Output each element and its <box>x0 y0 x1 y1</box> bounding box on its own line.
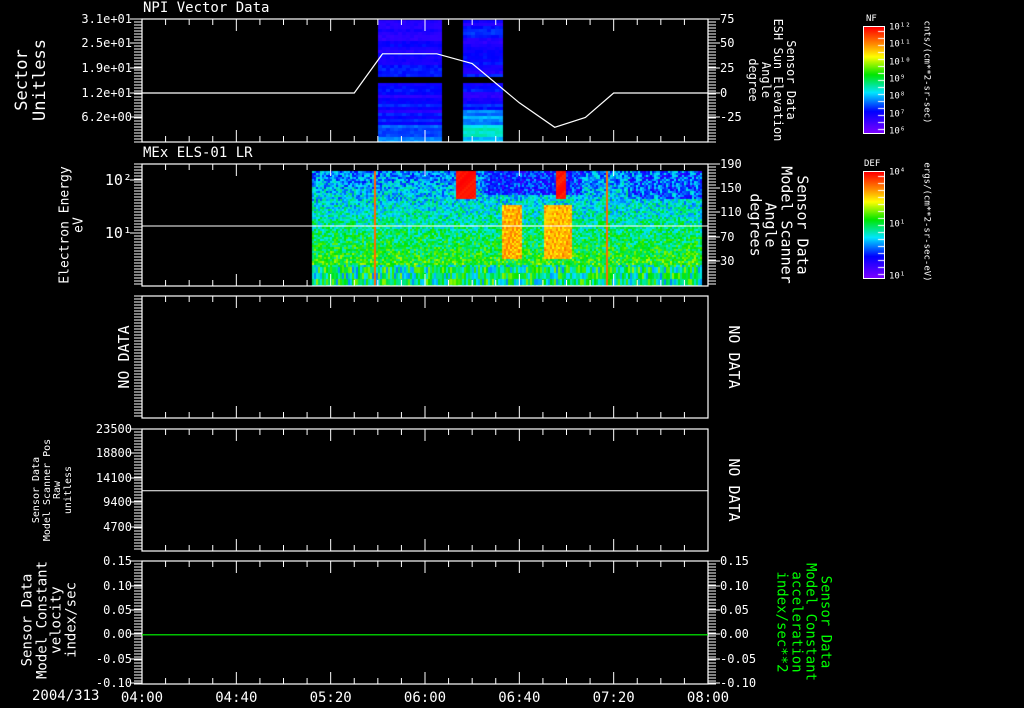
y-tick-label-right: 0.10 <box>720 579 749 593</box>
panel2-left-label: Electron Energy eV <box>57 166 86 284</box>
time-tick-label: 07:20 <box>592 690 635 706</box>
panel4-right-no-data: NO DATA <box>724 458 743 522</box>
panel3-right-no-data: NO DATA <box>724 325 743 389</box>
y-tick-label-right: 25 <box>720 61 735 75</box>
def-colorbar-label: DEF <box>864 159 881 169</box>
nf-colorbar-label: NF <box>866 14 877 24</box>
y-tick-label-left: 23500 <box>95 422 132 436</box>
panel5-left-label: Sensor Data Model Constant velocity index/s… <box>19 560 80 680</box>
y-tick-label-right: -0.10 <box>720 676 757 690</box>
time-tick-label: 06:40 <box>498 690 541 706</box>
colorbar-tick-label: 10¹ <box>889 219 906 230</box>
colorbar-tick-label: 10¹² <box>889 22 911 33</box>
y-tick-label-right: 0 <box>720 86 728 100</box>
y-tick-label-right: 190 <box>720 157 742 171</box>
y-tick-label-right: 110 <box>720 205 742 219</box>
y-tick-label-right: 75 <box>720 12 735 26</box>
time-tick-label: 08:00 <box>686 690 730 706</box>
y-tick-label-right: 70 <box>720 230 735 244</box>
colorbar-tick-label: 10⁸ <box>889 91 906 102</box>
y-tick-label-right: 0.05 <box>720 603 749 617</box>
colorbar-tick-label: 10¹ <box>889 271 906 282</box>
panel-5-frame <box>141 560 709 685</box>
date-label: 2004/313 <box>32 688 100 704</box>
y-tick-label-left: 3.1e+01 <box>81 12 132 26</box>
panel-3-frame <box>141 295 709 419</box>
panel5-right-label: Sensor Data Model Constant acceleration ind… <box>773 562 834 682</box>
def-colorbar-units: ergs/(cm**2-sr-sec-eV) <box>921 162 932 282</box>
y-tick-label-right: -25 <box>720 110 742 124</box>
panel-4-frame <box>141 428 709 552</box>
plot-axes <box>130 18 720 685</box>
colorbar-tick-label: 10⁹ <box>889 74 906 85</box>
panel1-right-label: Sensor Data ESH Sun Elevation Angle degree <box>746 18 799 142</box>
time-tick-label: 06:00 <box>403 690 447 706</box>
panel4-left-label: Sensor Data Model Scanner Pos Raw unitless <box>31 438 74 542</box>
panel1-left-label: Sector Unitless <box>12 39 50 121</box>
sun-elevation-line <box>142 53 708 128</box>
colorbar-tick-label: 10⁷ <box>889 109 906 120</box>
y-tick-label-right: 50 <box>720 36 735 50</box>
colorbar-tick-label: 10⁴ <box>889 167 906 178</box>
panel-1-frame <box>141 18 709 143</box>
y-tick-label-right: 30 <box>720 254 735 268</box>
y-tick-label-right: 150 <box>720 181 742 195</box>
time-tick-label: 04:40 <box>215 690 258 706</box>
colorbar-tick-label: 10⁶ <box>889 126 906 137</box>
panel3-left-no-data: NO DATA <box>115 325 134 389</box>
y-tick-label-right: -0.05 <box>720 652 757 666</box>
colorbar-tick-label: 10¹⁰ <box>889 57 911 68</box>
panel-2-frame <box>141 163 709 287</box>
nf-colorbar-units: cnts/(cm**2-sr-sec) <box>921 20 932 124</box>
y-tick-label-right: 0.00 <box>720 627 749 641</box>
y-tick-label-right: 0.15 <box>720 554 749 568</box>
panel2-right-label: Sensor Data Model Scanner Angle degrees <box>746 166 812 284</box>
panel2-title: MEx ELS-01 LR <box>143 145 253 161</box>
panel1-title: NPI Vector Data <box>143 0 270 16</box>
time-tick-label: 04:00 <box>120 690 164 706</box>
time-tick-label: 05:20 <box>309 690 352 706</box>
colorbar-tick-label: 10¹¹ <box>889 39 911 50</box>
